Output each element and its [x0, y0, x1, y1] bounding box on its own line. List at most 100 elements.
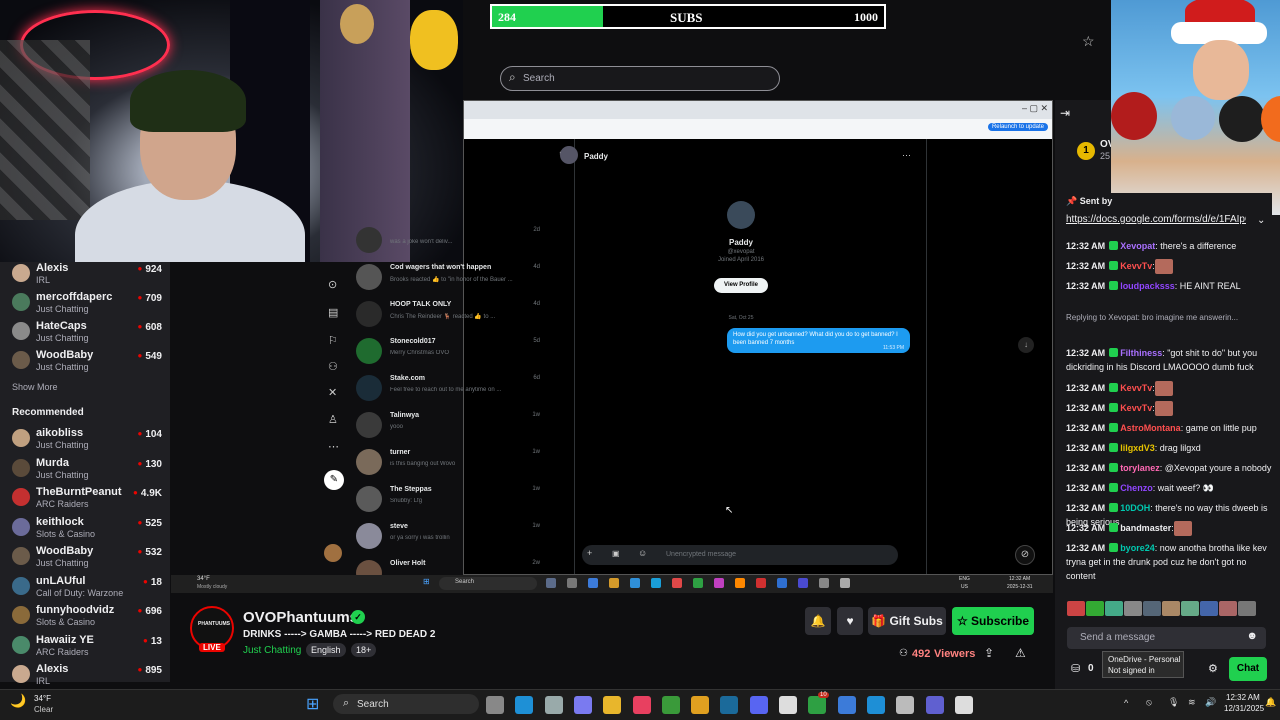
- chat-username[interactable]: bandmaster: [1120, 523, 1171, 533]
- gift-subs-button[interactable]: 🎁 Gift Subs: [868, 607, 946, 635]
- stream-category[interactable]: Just Chatting: [243, 645, 301, 656]
- sidebar-channel[interactable]: HateCapsJust Chatting 608: [12, 320, 162, 350]
- dm-conversation[interactable]: The Steppas Snubby: Lfg 1w: [356, 484, 546, 520]
- composer[interactable]: + ▣ ☺ Unencrypted message: [582, 545, 898, 565]
- emote[interactable]: [1143, 601, 1161, 617]
- bookmark-icon[interactable]: ⚐: [328, 334, 338, 347]
- sidebar-channel[interactable]: Hawaiiz YEARC Raiders 13: [12, 634, 162, 664]
- contact-avatar[interactable]: [560, 146, 578, 164]
- app-icon[interactable]: [546, 578, 556, 588]
- chat-username[interactable]: KevvTv: [1120, 383, 1152, 393]
- camera-icon[interactable]: ⦸: [1146, 697, 1152, 708]
- dm-conversation[interactable]: turner is this banging out Wovo 1w: [356, 447, 546, 483]
- chat-username[interactable]: AstroMontana: [1120, 423, 1181, 433]
- emote[interactable]: [1086, 601, 1104, 617]
- emote[interactable]: [1162, 601, 1180, 617]
- settings-icon[interactable]: [544, 696, 563, 714]
- subscribe-button[interactable]: ☆ Subscribe: [952, 607, 1034, 635]
- profile-icon[interactable]: ♙: [328, 413, 338, 426]
- dm-conversation[interactable]: steve or ya sorry i was trollin 1w: [356, 521, 546, 557]
- app-icon[interactable]: [693, 578, 703, 588]
- steam-icon[interactable]: [720, 696, 739, 714]
- chat-username[interactable]: KevvTv: [1120, 403, 1152, 413]
- app-icon[interactable]: [609, 578, 619, 588]
- emoji-icon[interactable]: ☺: [638, 548, 647, 558]
- dm-conversation[interactable]: Cod wagers that won't happen Brooks react…: [356, 262, 546, 298]
- grok-icon[interactable]: ⊘: [1015, 545, 1035, 565]
- emote[interactable]: [1105, 601, 1123, 617]
- task-view-icon[interactable]: [486, 696, 504, 714]
- lists-icon[interactable]: ▤: [328, 306, 338, 319]
- copilot-icon[interactable]: [573, 696, 592, 714]
- chrome-icon[interactable]: [691, 696, 710, 714]
- sidebar-channel[interactable]: WoodBabyJust Chatting 532: [12, 545, 162, 575]
- chat-username[interactable]: Xevopat: [1120, 241, 1155, 251]
- sidebar-channel[interactable]: MurdaJust Chatting 130: [12, 457, 162, 487]
- mic-icon[interactable]: 🎙: [1168, 697, 1179, 708]
- inner-search-box[interactable]: Search: [439, 577, 537, 590]
- search-input[interactable]: ⌕ Search: [500, 66, 780, 91]
- discord-icon[interactable]: [749, 696, 768, 714]
- app-icon[interactable]: [777, 578, 787, 588]
- chat-send-button[interactable]: Chat: [1229, 657, 1267, 681]
- emote[interactable]: [1181, 601, 1199, 617]
- tray-chevron-icon[interactable]: ^: [1124, 698, 1128, 708]
- chat-username[interactable]: Chenzo: [1120, 483, 1153, 493]
- emote[interactable]: [1238, 601, 1256, 617]
- channel-points-icon[interactable]: ⛁: [1071, 662, 1080, 675]
- emote-picker-icon[interactable]: ☻: [1246, 630, 1258, 642]
- unreal-icon[interactable]: [954, 696, 973, 714]
- file-explorer-icon[interactable]: [603, 696, 622, 714]
- conversation-menu-icon[interactable]: ⋯: [902, 150, 911, 161]
- notification-bell-button[interactable]: 🔔: [805, 607, 831, 635]
- emote[interactable]: [1124, 601, 1142, 617]
- dm-conversation[interactable]: HOOP TALK ONLY Chris The Reindeer 🦌 react…: [356, 299, 546, 335]
- xbox-icon[interactable]: [808, 696, 827, 714]
- channel-name[interactable]: OVOPhantuums: [243, 609, 358, 626]
- emote[interactable]: [1067, 601, 1085, 617]
- app-icon[interactable]: [756, 578, 766, 588]
- follow-button[interactable]: ♥: [837, 607, 863, 635]
- phone-link-icon[interactable]: [837, 696, 856, 714]
- tag-age[interactable]: 18+: [351, 643, 377, 657]
- post-icon[interactable]: ✎: [324, 470, 344, 490]
- communities-icon[interactable]: ⚇: [328, 360, 338, 373]
- wifi-icon[interactable]: ≋: [1188, 697, 1196, 708]
- report-icon[interactable]: ⚠: [1015, 646, 1026, 660]
- app-icon[interactable]: [588, 578, 598, 588]
- tag-language[interactable]: English: [306, 643, 346, 657]
- chat-username[interactable]: KevvTv: [1120, 261, 1152, 271]
- music-icon[interactable]: [632, 696, 651, 714]
- star-icon[interactable]: ☆: [1082, 33, 1095, 50]
- chat-username[interactable]: 10DOH: [1120, 503, 1150, 513]
- sidebar-channel[interactable]: funnyhoodvidzSlots & Casino 696: [12, 604, 162, 634]
- chat-username[interactable]: lilgxdV3: [1120, 443, 1155, 453]
- share-icon[interactable]: ⇪: [984, 646, 994, 660]
- account-avatar[interactable]: [324, 544, 342, 562]
- app-icon[interactable]: [630, 578, 640, 588]
- sidebar-channel[interactable]: AlexisIRL 924: [12, 262, 162, 292]
- weather-icon[interactable]: 🌙: [10, 693, 26, 709]
- app-icon[interactable]: [651, 578, 661, 588]
- relaunch-button[interactable]: Relaunch to update: [987, 123, 1048, 131]
- edge-icon[interactable]: [515, 696, 534, 714]
- media-icon[interactable]: [925, 696, 944, 714]
- window-controls[interactable]: – ▢ ✕: [1022, 103, 1048, 114]
- dm-conversation[interactable]: Talinwya yooo 1w: [356, 410, 546, 446]
- emote[interactable]: [1219, 601, 1237, 617]
- app-icon[interactable]: [840, 578, 850, 588]
- app-icon[interactable]: [735, 578, 745, 588]
- dm-conversation[interactable]: Stake.com Feel free to reach out to me an…: [356, 373, 546, 409]
- explore-icon[interactable]: ⊙: [328, 278, 337, 291]
- capcut-icon[interactable]: [779, 696, 797, 714]
- taskbar-search[interactable]: ⌕ Search: [333, 694, 479, 714]
- volume-icon[interactable]: 🔊: [1205, 697, 1216, 708]
- scroll-down-icon[interactable]: ↓: [1018, 337, 1034, 353]
- chat-username[interactable]: byore24: [1120, 543, 1155, 553]
- app-icon[interactable]: [798, 578, 808, 588]
- more-icon[interactable]: ⋯: [328, 440, 339, 453]
- x-logo-icon[interactable]: ✕: [328, 386, 337, 399]
- show-more-link[interactable]: Show More: [12, 382, 58, 392]
- view-profile-button[interactable]: View Profile: [714, 278, 768, 293]
- app-icon[interactable]: [819, 578, 829, 588]
